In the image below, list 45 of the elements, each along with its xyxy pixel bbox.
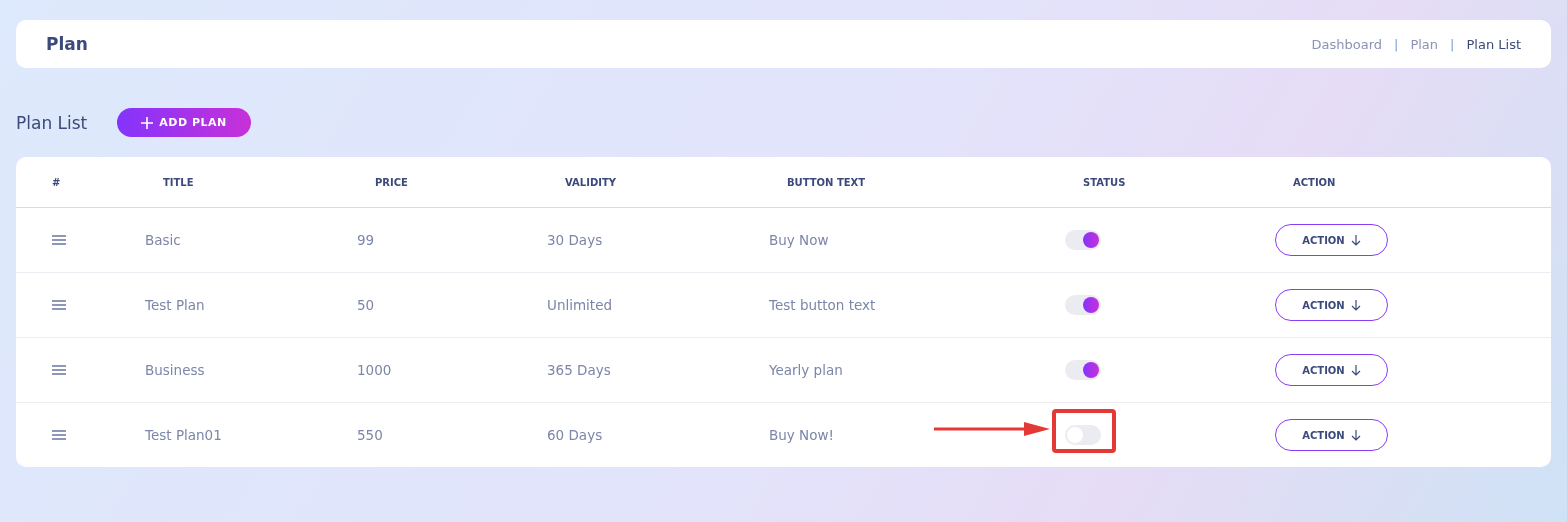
add-plan-button[interactable]: ADD PLAN xyxy=(117,108,251,137)
status-toggle[interactable] xyxy=(1065,360,1101,380)
breadcrumb-separator: | xyxy=(1450,36,1455,52)
arrow-down-icon xyxy=(1350,299,1361,311)
table-cell: Buy Now! xyxy=(769,427,834,443)
arrow-down-icon xyxy=(1350,234,1361,246)
table-cell: 550 xyxy=(357,427,383,443)
table-cell: 60 Days xyxy=(547,427,603,443)
status-toggle[interactable] xyxy=(1065,230,1101,250)
table-cell: 50 xyxy=(357,297,375,313)
action-button[interactable]: ACTION xyxy=(1275,419,1388,451)
table-cell: 365 Days xyxy=(547,362,611,378)
column-header: # xyxy=(51,176,62,188)
column-header: STATUS xyxy=(1082,176,1127,188)
table-cell: 30 Days xyxy=(547,232,603,248)
column-header: BUTTON TEXT xyxy=(786,176,867,188)
menu-icon[interactable] xyxy=(52,430,66,440)
menu-icon[interactable] xyxy=(52,235,66,245)
breadcrumb-separator: | xyxy=(1394,36,1399,52)
table-cell: 99 xyxy=(357,232,375,248)
column-header: ACTION xyxy=(1292,176,1337,188)
status-toggle[interactable] xyxy=(1065,295,1101,315)
arrow-down-icon xyxy=(1350,429,1361,441)
table-cell: Test button text xyxy=(769,297,876,313)
table-cell: Yearly plan xyxy=(769,362,843,378)
table-cell: Business xyxy=(145,362,205,378)
column-header: VALIDITY xyxy=(564,176,617,188)
menu-icon[interactable] xyxy=(52,300,66,310)
action-button[interactable]: ACTION xyxy=(1275,354,1388,386)
action-button[interactable]: ACTION xyxy=(1275,224,1388,256)
column-header: PRICE xyxy=(374,176,409,188)
page-title: Plan xyxy=(46,34,88,54)
menu-icon[interactable] xyxy=(52,365,66,375)
column-header: TITLE xyxy=(162,176,195,188)
table-cell: Test Plan01 xyxy=(145,427,222,443)
plus-icon xyxy=(141,116,154,129)
table-cell: Unlimited xyxy=(547,297,612,313)
table-cell: 1000 xyxy=(357,362,392,378)
table-cell: Test Plan xyxy=(145,297,205,313)
section-title: Plan List xyxy=(16,112,88,133)
action-button[interactable]: ACTION xyxy=(1275,289,1388,321)
breadcrumb-link[interactable]: Plan List xyxy=(1466,36,1521,52)
table-cell: Buy Now xyxy=(769,232,829,248)
table-cell: Basic xyxy=(145,232,181,248)
arrow-down-icon xyxy=(1350,364,1361,376)
